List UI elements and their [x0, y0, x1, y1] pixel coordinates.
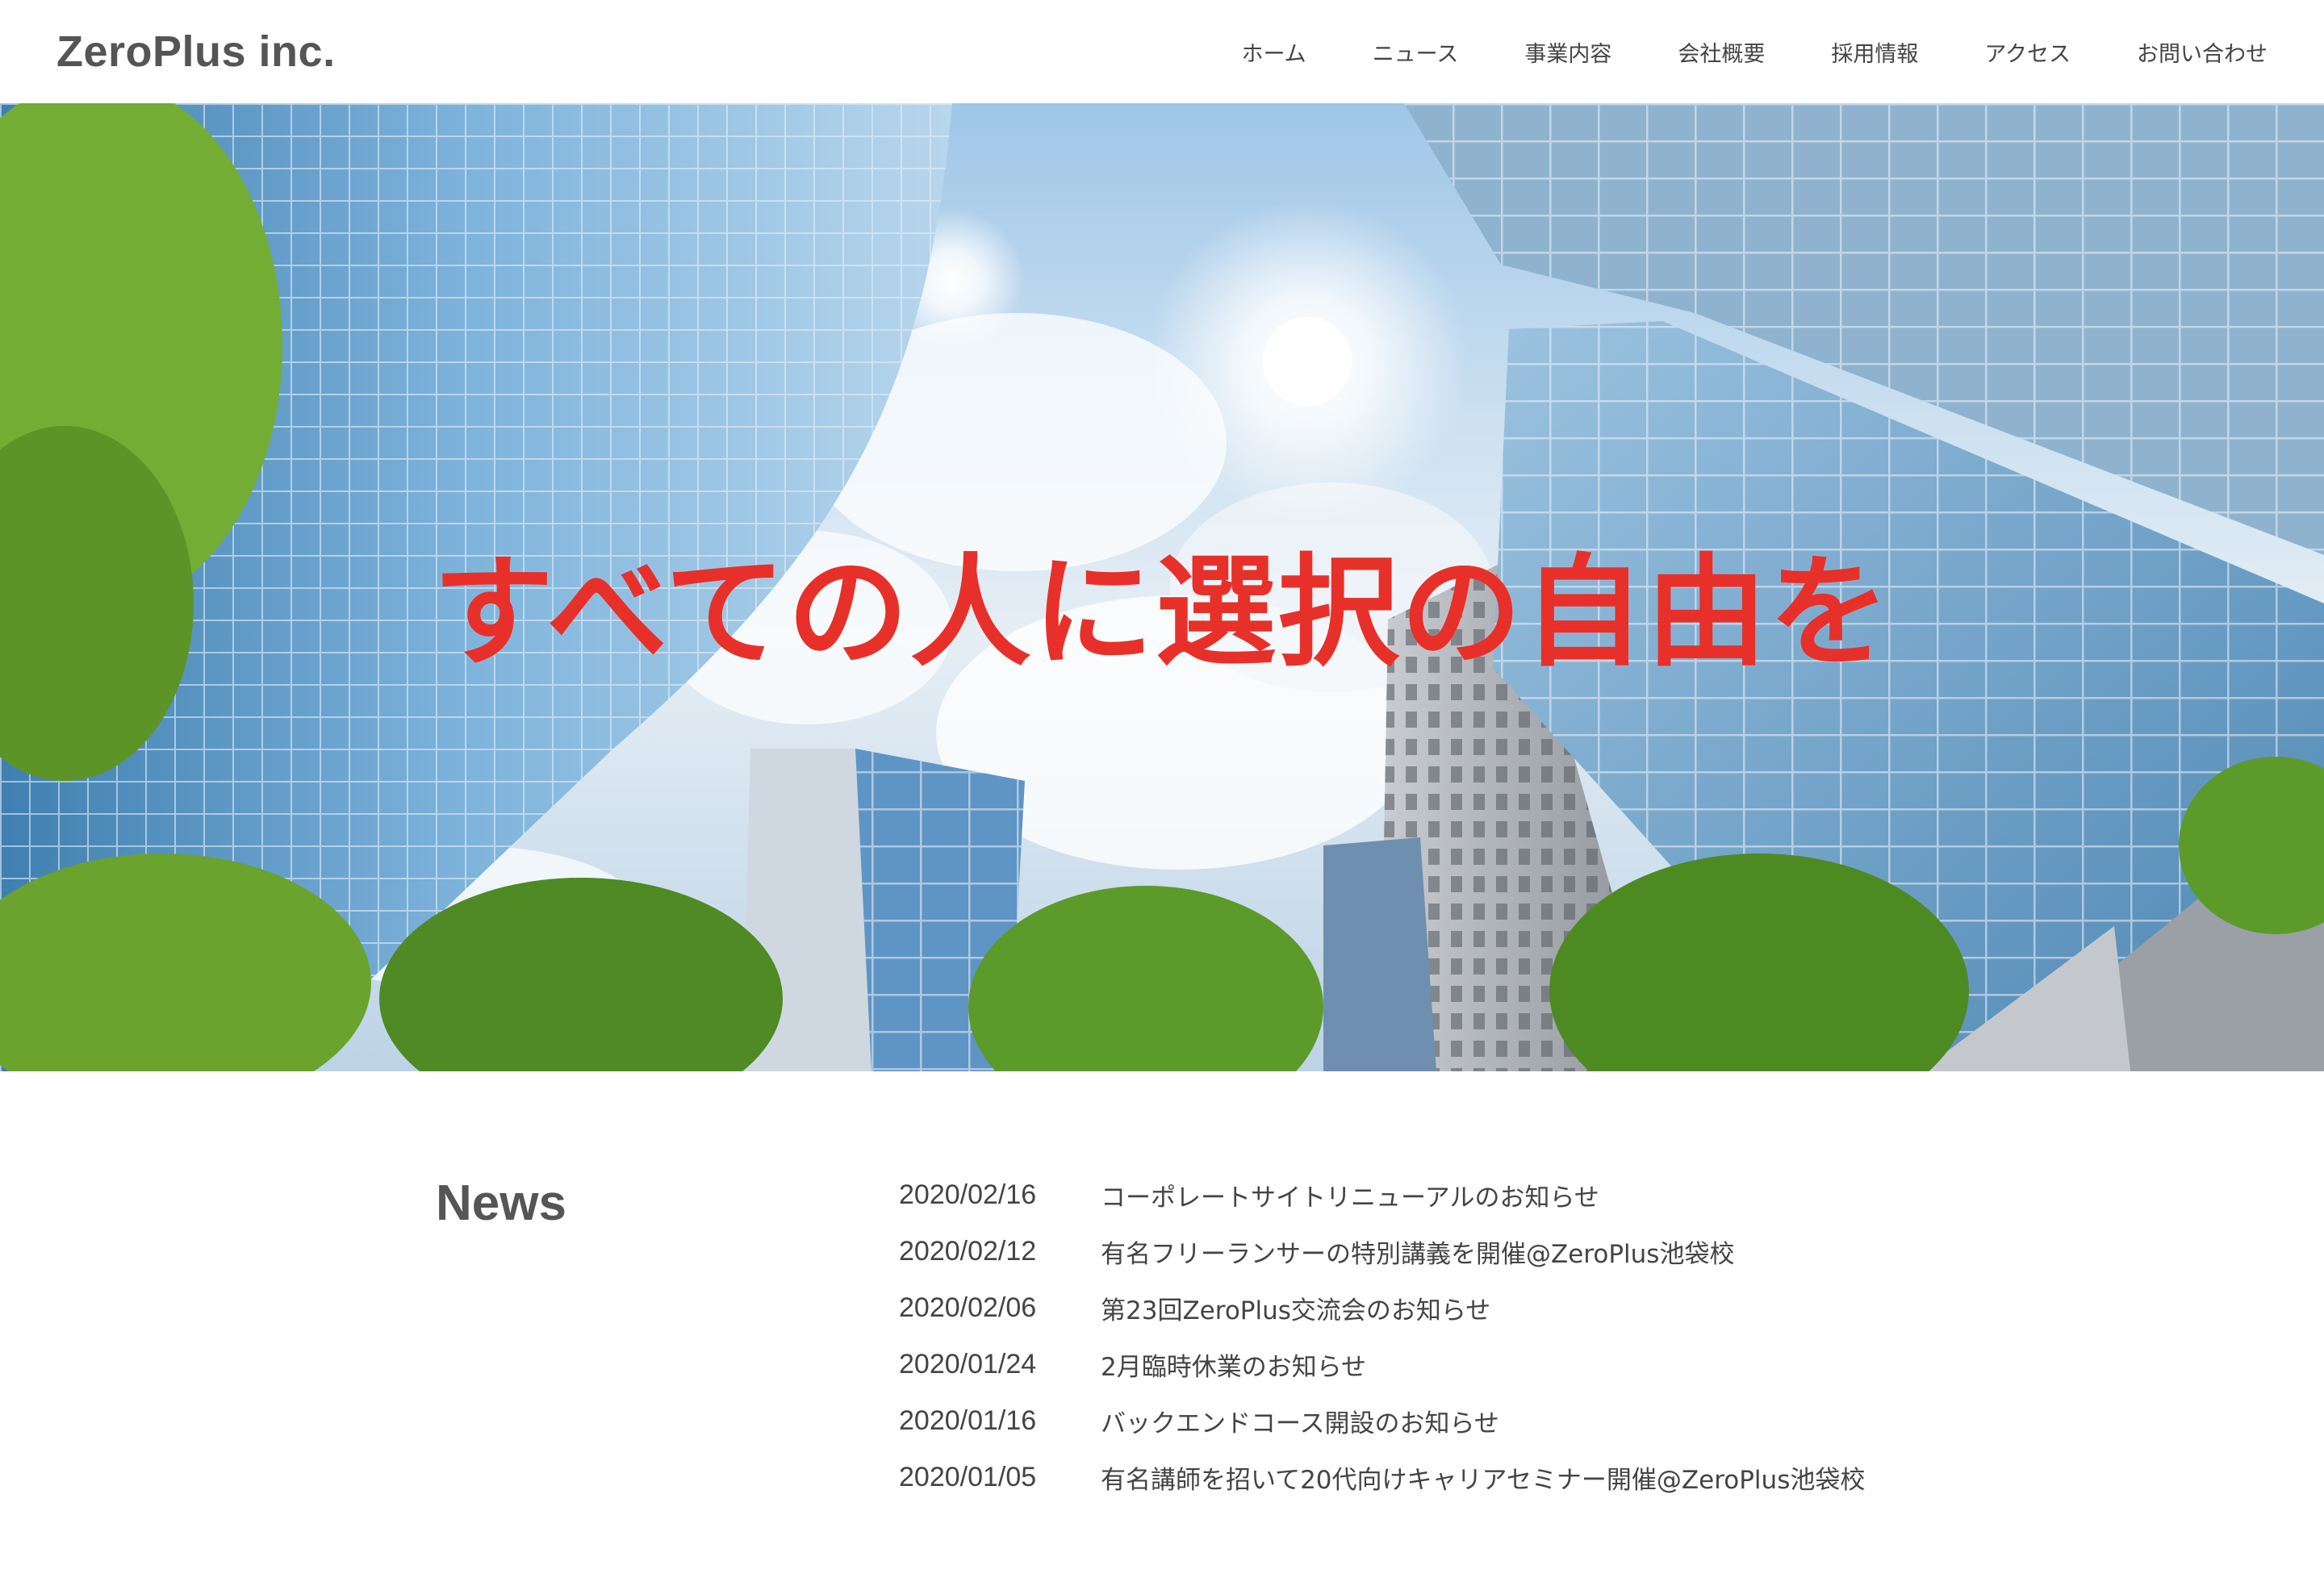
nav-item-business[interactable]: 事業内容 [1524, 36, 1611, 68]
news-item[interactable]: 2020/01/24 2月臨時休業のお知らせ [899, 1336, 1865, 1392]
main-nav: ホーム ニュース 事業内容 会社概要 採用情報 アクセス お問い合わせ [1175, 36, 2268, 68]
nav-item-access[interactable]: アクセス [1984, 36, 2071, 68]
news-item[interactable]: 2020/02/16 コーポレートサイトリニューアルのお知らせ [899, 1167, 1865, 1223]
nav-item-company[interactable]: 会社概要 [1678, 36, 1765, 68]
news-section: News 2020/02/16 コーポレートサイトリニューアルのお知らせ 202… [0, 1071, 2324, 1586]
news-date: 2020/01/24 [899, 1348, 1037, 1379]
nav-item-contact[interactable]: お問い合わせ [2137, 36, 2268, 68]
news-date: 2020/01/16 [899, 1404, 1037, 1436]
news-link[interactable]: バックエンドコース開設のお知らせ [1101, 1403, 1499, 1439]
news-item[interactable]: 2020/01/16 バックエンドコース開設のお知らせ [899, 1392, 1865, 1449]
news-heading: News [436, 1175, 566, 1231]
news-link[interactable]: コーポレートサイトリニューアルのお知らせ [1101, 1177, 1599, 1213]
news-date: 2020/02/16 [899, 1179, 1037, 1210]
hero-section: すべての人に選択の自由を [0, 103, 2324, 1071]
news-date: 2020/02/12 [899, 1235, 1037, 1267]
news-date: 2020/01/05 [899, 1461, 1037, 1492]
news-link[interactable]: 有名講師を招いて20代向けキャリアセミナー開催@ZeroPlus池袋校 [1101, 1459, 1865, 1496]
news-link[interactable]: 2月臨時休業のお知らせ [1101, 1346, 1366, 1383]
nav-item-recruit[interactable]: 採用情報 [1831, 36, 1918, 68]
news-link[interactable]: 第23回ZeroPlus交流会のお知らせ [1101, 1290, 1490, 1326]
hero-headline: すべての人に選択の自由を [433, 543, 1891, 683]
news-item[interactable]: 2020/02/06 第23回ZeroPlus交流会のお知らせ [899, 1279, 1865, 1336]
news-list: 2020/02/16 コーポレートサイトリニューアルのお知らせ 2020/02/… [899, 1167, 1865, 1505]
site-logo[interactable]: ZeroPlus inc. [56, 27, 336, 77]
news-date: 2020/02/06 [899, 1292, 1037, 1323]
nav-item-home[interactable]: ホーム [1241, 36, 1306, 68]
news-link[interactable]: 有名フリーランサーの特別講義を開催@ZeroPlus池袋校 [1101, 1233, 1734, 1270]
site-header: ZeroPlus inc. ホーム ニュース 事業内容 会社概要 採用情報 アク… [0, 0, 2324, 103]
news-item[interactable]: 2020/02/12 有名フリーランサーの特別講義を開催@ZeroPlus池袋校 [899, 1223, 1865, 1279]
news-item[interactable]: 2020/01/05 有名講師を招いて20代向けキャリアセミナー開催@ZeroP… [899, 1449, 1865, 1505]
nav-item-news[interactable]: ニュース [1373, 36, 1459, 68]
